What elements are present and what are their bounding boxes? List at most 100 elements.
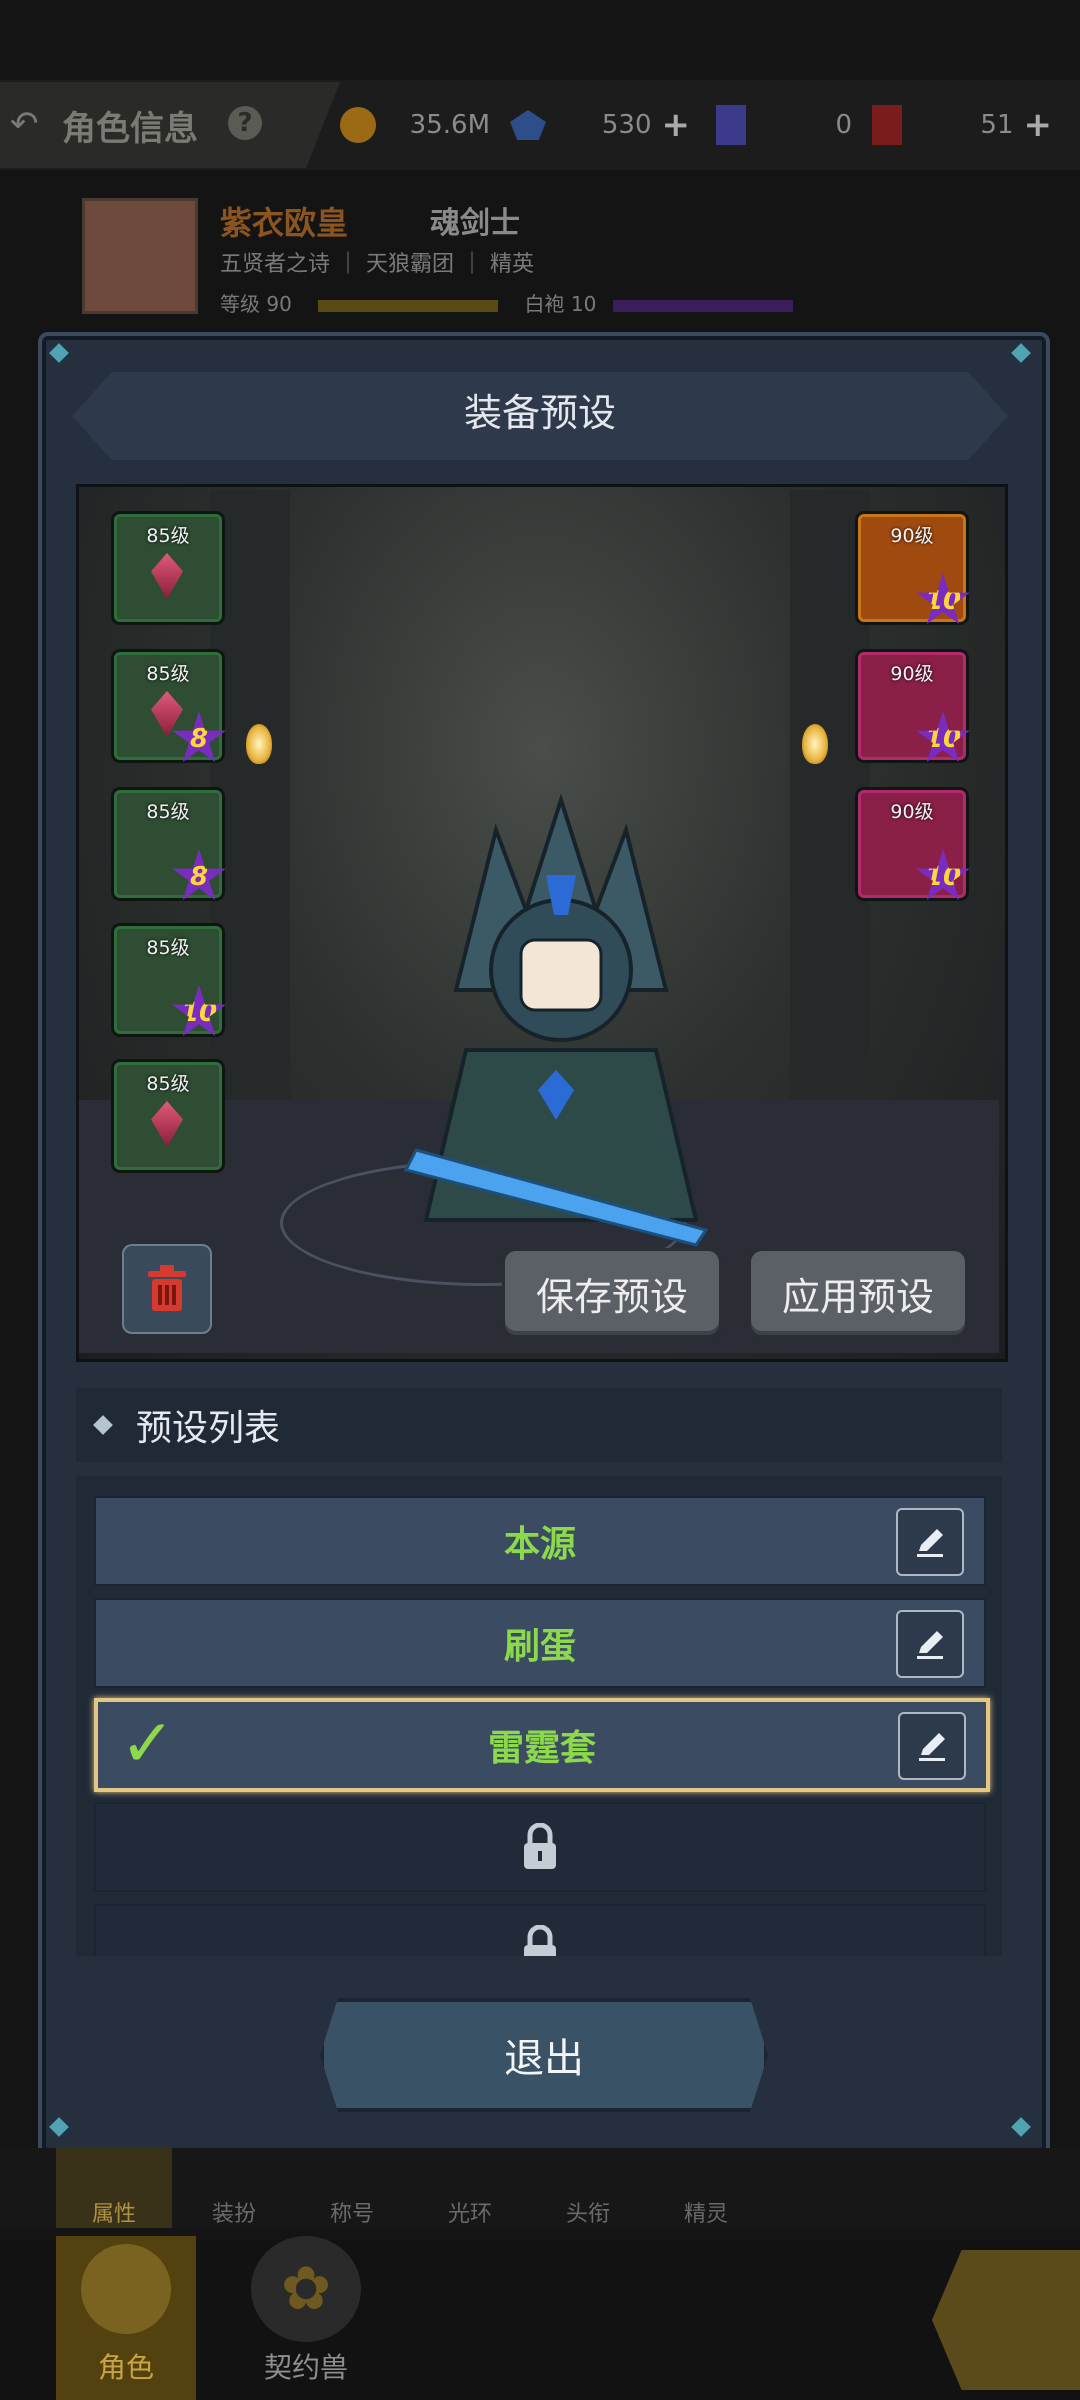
preset-row-locked[interactable] [94,1802,986,1892]
apply-preset-button[interactable]: 应用预设 [748,1248,968,1338]
avatar [82,198,198,314]
slot-level: 90级 [890,801,934,823]
preset-list-title: 预设列表 [136,1408,281,1449]
preset-name: 雷霆套 [487,1728,596,1769]
star-badge: 10 [172,985,226,1036]
equip-slot-boots[interactable]: 85级 [114,1062,222,1170]
preset-list[interactable]: 本源 刷蛋 ✓ 雷霆套 [76,1476,1002,1956]
tab-aura[interactable]: 光环 [412,2148,528,2228]
edit-preset-button[interactable] [896,1610,964,1678]
title-tab: ↶ 角色信息 ? [0,82,340,168]
scene-pillar [210,490,290,1190]
ticket-icon [716,105,746,145]
star-badge: 10 [916,849,970,900]
preset-row[interactable]: 本源 [94,1496,986,1586]
gold-display: 35.6M [340,98,490,152]
equip-slot-pants[interactable]: 85级 8 [114,790,226,900]
equip-slot-armor[interactable]: 85级 8 [114,652,226,762]
torch-icon [246,724,272,764]
page-title: 角色信息 [62,108,198,149]
slot-level: 85级 [146,1073,190,1095]
nav-pet[interactable]: ✿ 契约兽 [236,2236,376,2400]
torch-icon [802,724,828,764]
level-bar: 等级 90 白袍 10 [220,288,793,317]
nav-label: 角色 [97,2351,154,2384]
player-name: 紫衣欧皇 [220,204,349,242]
level-progress [318,299,499,312]
equip-slot-helmet[interactable]: 85级 [114,514,222,622]
star-badge: 8 [172,711,226,762]
pencil-icon [917,1631,943,1659]
add-crystal-button[interactable]: + [662,105,691,145]
slot-level: 85级 [146,937,190,959]
player-subtitle: 五贤者之诗 [220,252,331,277]
save-preset-button[interactable]: 保存预设 [502,1248,722,1338]
dialog-title: 装备预设 [463,391,616,435]
nav-character[interactable]: 角色 [56,2236,196,2400]
edit-preset-button[interactable] [898,1712,966,1780]
equip-slot-weapon[interactable]: 90级 10 [858,514,970,624]
edit-preset-button[interactable] [896,1508,964,1576]
question-icon[interactable]: ? [228,106,262,140]
crystal-value: 530 [601,110,652,140]
slot-level: 85级 [146,663,190,685]
robe-label: 白袍 10 [524,292,597,316]
character-sprite [403,793,709,1247]
slot-level: 85级 [146,525,190,547]
equip-slot-ring[interactable]: 90级 10 [858,790,970,900]
tab-label: 精灵 [683,2202,728,2227]
lock-icon [524,1823,556,1869]
crystal-icon [510,110,546,140]
slot-level: 90级 [890,663,934,685]
slot-level: 85级 [146,801,190,823]
gold-value: 35.6M [409,110,490,140]
tab-title[interactable]: 称号 [294,2148,410,2228]
checkmark-icon: ✓ [120,1705,176,1782]
ticket1-display: 0 [716,98,852,152]
preset-name: 刷蛋 [503,1626,576,1667]
tab-outfit[interactable]: 装扮 [176,2148,292,2228]
tab-label: 头衔 [565,2202,610,2227]
player-guild: 天狼霸团 [366,252,455,277]
player-info: 五贤者之诗 ｜ 天狼霸团 ｜ 精英 [220,252,535,277]
player-rank: 精英 [490,252,535,277]
star-badge: 10 [916,573,970,624]
preset-row-locked[interactable] [94,1904,986,1956]
nav-label: 契约兽 [263,2351,348,2384]
gem-icon [151,553,183,599]
add-ticket-button[interactable]: + [1024,105,1053,145]
tab-label: 称号 [329,2202,374,2227]
share-arrow-button[interactable] [932,2250,1080,2390]
delete-preset-button[interactable] [122,1244,212,1334]
tab-spirit[interactable]: 精灵 [648,2148,764,2228]
ticket2-display: 51 + [872,98,1052,152]
equip-slot-gloves[interactable]: 85级 10 [114,926,226,1036]
preset-row-selected[interactable]: ✓ 雷霆套 [94,1698,990,1792]
slot-level: 90级 [890,525,934,547]
preset-row[interactable]: 刷蛋 [94,1598,986,1688]
equip-slot-accessory[interactable]: 90级 10 [858,652,970,762]
tab-attributes[interactable]: 属性 [56,2148,172,2228]
ticket1-value: 0 [835,110,852,140]
coin-icon [340,107,376,143]
diamond-icon [93,1415,113,1435]
pencil-icon [917,1529,943,1557]
tab-label: 装扮 [211,2202,256,2227]
level-label: 等级 90 [220,292,292,316]
ticket2-value: 51 [980,110,1014,140]
paw-icon: ✿ [251,2236,361,2342]
preset-list-header: 预设列表 [76,1388,1002,1462]
player-class: 魂剑士 [430,206,520,241]
exit-button[interactable]: 退出 [320,1998,768,2112]
lock-icon [524,1925,556,1956]
tab-rank[interactable]: 头衔 [530,2148,646,2228]
tab-label: 属性 [91,2202,136,2227]
preset-name: 本源 [503,1524,576,1565]
back-arrow-icon[interactable]: ↶ [10,104,39,144]
gem-icon [151,1101,183,1147]
trash-icon [148,1265,186,1311]
star-badge: 8 [172,849,226,900]
gem-icon [151,691,183,737]
tab-label: 光环 [447,2202,492,2227]
red-ticket-icon [872,105,902,145]
